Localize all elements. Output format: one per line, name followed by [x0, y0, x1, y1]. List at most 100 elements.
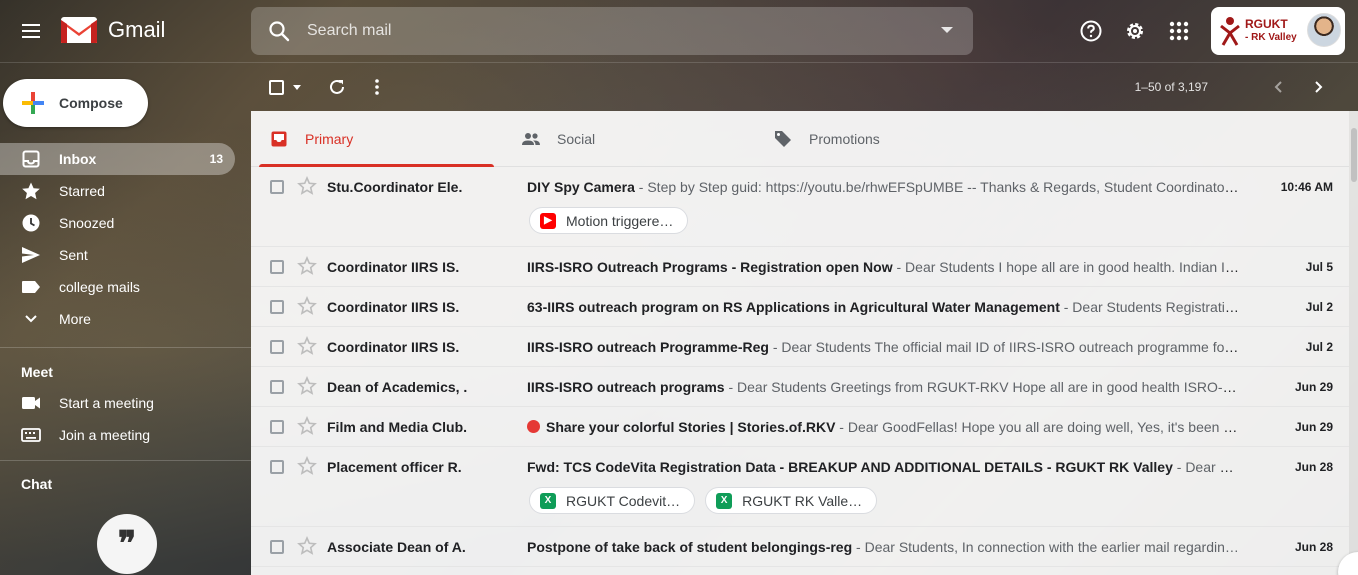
gmail-logo[interactable]: Gmail — [60, 16, 165, 44]
email-sender: Coordinator IIRS IS. — [327, 339, 460, 355]
sidebar-item-inbox[interactable]: Inbox 13 — [0, 143, 235, 175]
sidebar-nav: Inbox 13 Starred Snoozed Sent college ma… — [0, 143, 251, 335]
spreadsheet-icon: X — [716, 492, 733, 509]
email-subject: 63-IIRS outreach program on RS Applicati… — [527, 299, 1060, 315]
email-row[interactable]: Film and Media Club. Share your colorful… — [251, 407, 1349, 447]
category-tabs: Primary Social Promotions — [251, 111, 1349, 167]
select-all-checkbox[interactable] — [269, 80, 284, 95]
search-options-dropdown-icon[interactable] — [941, 27, 953, 33]
join-meeting-button[interactable]: Join a meeting — [0, 419, 235, 451]
top-header: Gmail RGUKT- RK Valley — [0, 0, 1358, 63]
star-outline-icon[interactable] — [297, 296, 317, 316]
sidebar-divider — [0, 347, 251, 348]
email-row[interactable]: Placement officer R. Fwd: TCS CodeVita R… — [251, 447, 1349, 527]
scrollbar-thumb[interactable] — [1351, 128, 1357, 182]
inbox-icon — [269, 129, 289, 149]
more-options-icon[interactable] — [365, 75, 389, 99]
row-checkbox[interactable] — [270, 460, 284, 474]
tab-label: Promotions — [809, 131, 880, 147]
row-checkbox[interactable] — [270, 380, 284, 394]
email-date: Jun 28 — [1294, 540, 1333, 554]
attachment-chips: X RGUKT Codevit… X RGUKT RK Valle… — [529, 487, 878, 514]
tab-social[interactable]: Social — [521, 111, 746, 167]
email-date: Jul 5 — [1305, 260, 1333, 274]
compose-plus-icon — [22, 92, 44, 114]
row-checkbox[interactable] — [270, 340, 284, 354]
chat-section-title: Chat — [21, 476, 53, 492]
refresh-icon[interactable] — [325, 75, 349, 99]
row-checkbox[interactable] — [270, 420, 284, 434]
star-outline-icon[interactable] — [297, 416, 317, 436]
sidebar-item-label: More — [59, 311, 91, 327]
main-menu-icon[interactable] — [13, 13, 49, 49]
email-snippet: - Dear all Pl … — [1176, 459, 1239, 475]
chat-quote-icon[interactable]: ❞ — [97, 514, 157, 574]
email-sender: Dean of Academics, . — [327, 379, 468, 395]
attachment-chip[interactable]: ▶ Motion triggere… — [529, 207, 689, 234]
sidebar-item-sent[interactable]: Sent — [0, 239, 235, 271]
row-checkbox[interactable] — [270, 260, 284, 274]
star-outline-icon[interactable] — [297, 536, 317, 556]
row-checkbox[interactable] — [270, 180, 284, 194]
tab-promotions[interactable]: Promotions — [773, 111, 998, 167]
email-sender: Coordinator IIRS IS. — [327, 299, 460, 315]
star-outline-icon[interactable] — [297, 336, 317, 356]
star-outline-icon[interactable] — [297, 256, 317, 276]
older-page-chevron-left-icon[interactable] — [1266, 75, 1290, 99]
org-logo: RGUKT - RK Valley — [1219, 16, 1297, 46]
email-row[interactable]: Coordinator IIRS IS. IIRS-ISRO outreach … — [251, 327, 1349, 367]
google-apps-icon[interactable] — [1164, 16, 1194, 46]
attachment-chip[interactable]: X RGUKT Codevit… — [529, 487, 696, 514]
email-sender: Placement officer R. — [327, 459, 462, 475]
email-subject: Fwd: TCS CodeVita Registration Data - BR… — [527, 459, 1173, 475]
select-options-dropdown-icon[interactable] — [293, 85, 301, 90]
email-content: DIY Spy Camera - Step by Step guid: http… — [527, 179, 1239, 195]
profile-avatar[interactable] — [1307, 13, 1341, 47]
star-icon — [21, 181, 41, 201]
email-row[interactable]: Dean of Academics, . IIRS-ISRO outreach … — [251, 367, 1349, 407]
chevron-down-icon — [21, 309, 41, 329]
tab-primary[interactable]: Primary — [269, 111, 494, 167]
email-snippet: - Dear Students Greetings from RGUKT-RKV… — [724, 379, 1239, 395]
settings-gear-icon[interactable] — [1120, 16, 1150, 46]
email-date: Jun 28 — [1294, 460, 1333, 474]
email-snippet: - Step by Step guid: https://youtu.be/rh… — [634, 179, 1239, 195]
email-content: IIRS-ISRO outreach programs - Dear Stude… — [527, 379, 1239, 395]
red-circle-emoji-icon — [527, 420, 540, 433]
email-row[interactable]: Associate Dean of A. Postpone of take ba… — [251, 527, 1349, 567]
sidebar-item-starred[interactable]: Starred — [0, 175, 235, 207]
search-icon[interactable] — [267, 19, 291, 43]
email-content: Postpone of take back of student belongi… — [527, 539, 1239, 555]
sidebar-item-college-mails[interactable]: college mails — [0, 271, 235, 303]
tag-icon — [773, 129, 793, 149]
newer-page-chevron-right-icon[interactable] — [1307, 75, 1331, 99]
inbox-icon — [21, 149, 41, 169]
email-row[interactable]: Coordinator IIRS IS. IIRS-ISRO Outreach … — [251, 247, 1349, 287]
start-meeting-button[interactable]: Start a meeting — [0, 387, 235, 419]
email-content: 63-IIRS outreach program on RS Applicati… — [527, 299, 1239, 315]
sidebar-item-snoozed[interactable]: Snoozed — [0, 207, 235, 239]
search-input[interactable] — [307, 22, 907, 40]
mail-toolbar: 1–50 of 3,197 — [251, 63, 1358, 111]
help-icon[interactable] — [1076, 16, 1106, 46]
account-switcher[interactable]: RGUKT - RK Valley — [1211, 7, 1345, 55]
row-checkbox[interactable] — [270, 540, 284, 554]
attachment-chip[interactable]: X RGUKT RK Valle… — [705, 487, 878, 514]
star-outline-icon[interactable] — [297, 376, 317, 396]
star-outline-icon[interactable] — [297, 176, 317, 196]
meet-nav: Start a meeting Join a meeting — [0, 387, 251, 451]
email-row[interactable]: Coordinator IIRS IS. 63-IIRS outreach pr… — [251, 287, 1349, 327]
email-subject: Postpone of take back of student belongi… — [527, 539, 853, 555]
star-outline-icon[interactable] — [297, 456, 317, 476]
email-snippet: - Dear Students, In connection with the … — [852, 539, 1239, 555]
youtube-icon: ▶ — [540, 212, 556, 229]
email-subject: IIRS-ISRO outreach Programme-Reg — [527, 339, 769, 355]
search-bar[interactable] — [251, 7, 973, 55]
email-sender: Stu.Coordinator Ele. — [327, 179, 463, 195]
email-row[interactable]: Stu.Coordinator Ele. DIY Spy Camera - St… — [251, 167, 1349, 247]
sidebar-item-more[interactable]: More — [0, 303, 235, 335]
sidebar-item-label: Snoozed — [59, 215, 115, 231]
compose-button[interactable]: Compose — [3, 79, 148, 127]
row-checkbox[interactable] — [270, 300, 284, 314]
email-content: IIRS-ISRO outreach Programme-Reg - Dear … — [527, 339, 1239, 355]
